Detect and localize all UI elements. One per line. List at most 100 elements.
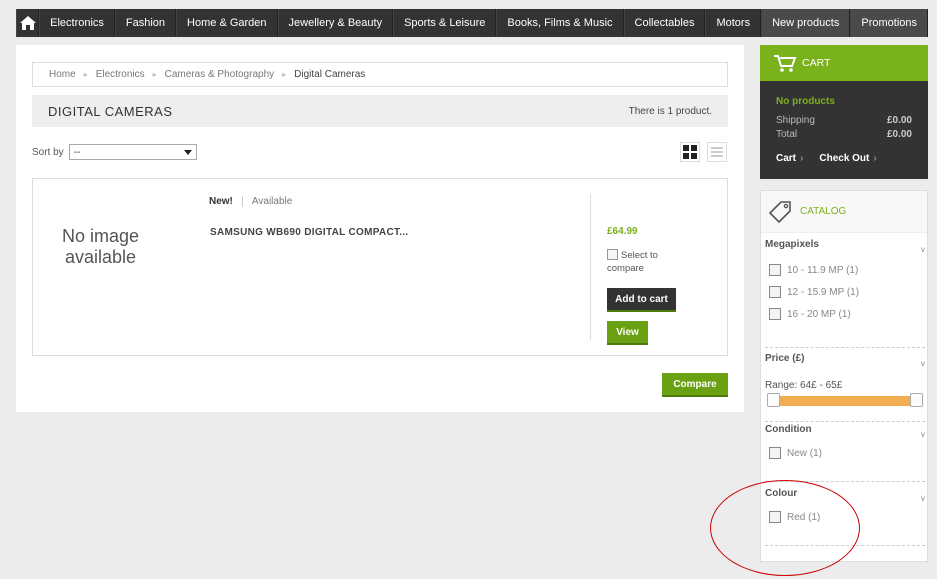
chevron-down-icon[interactable]: v [921, 359, 925, 368]
cart-link[interactable]: Cart › [776, 153, 803, 164]
view-button[interactable]: View [607, 321, 648, 345]
filter-megapixels: Megapixels v 10 - 11.9 MP (1) 12 - 15.9 … [765, 239, 925, 348]
checkbox-icon[interactable] [769, 286, 781, 298]
nav-item-books-films-music[interactable]: Books, Films & Music [496, 9, 624, 37]
product-flags: New! Available [209, 196, 292, 207]
breadcrumb-separator-icon: ▸ [282, 70, 287, 79]
total-value: £0.00 [886, 129, 912, 140]
checkbox-icon[interactable] [769, 511, 781, 523]
filter-option[interactable]: 12 - 15.9 MP (1) [765, 286, 925, 298]
sort-label: Sort by [32, 146, 64, 158]
nav-item-sports-leisure[interactable]: Sports & Leisure [393, 9, 497, 37]
chevron-down-icon[interactable]: v [921, 494, 925, 503]
home-icon[interactable] [16, 9, 40, 37]
new-badge: New! [209, 196, 243, 207]
option-label: 10 - 11.9 MP (1) [787, 265, 859, 276]
product-name-link[interactable]: SAMSUNG WB690 DIGITAL COMPACT... [210, 227, 409, 238]
compare-button[interactable]: Compare [662, 373, 728, 397]
chevron-right-icon: › [873, 153, 877, 164]
product-item: No image available New! Available SAMSUN… [32, 178, 728, 356]
breadcrumb-home[interactable]: Home [49, 69, 76, 80]
nav-item-jewellery-beauty[interactable]: Jewellery & Beauty [277, 9, 394, 37]
category-header: DIGITAL CAMERAS There is 1 product. [32, 95, 728, 127]
page-title: DIGITAL CAMERAS [48, 103, 173, 119]
shipping-value: £0.00 [886, 115, 912, 126]
divider [590, 194, 591, 340]
cart-icon [774, 55, 797, 72]
chevron-right-icon: › [800, 153, 804, 164]
checkout-link-label: Check Out [819, 153, 870, 164]
divider [765, 545, 925, 546]
sort-control: Sort by -- [32, 144, 197, 160]
breadcrumb-current: Digital Cameras [294, 69, 366, 80]
breadcrumb-separator-icon: ▸ [83, 70, 88, 79]
list-view-icon[interactable] [707, 142, 727, 162]
breadcrumb-cameras[interactable]: Cameras & Photography [165, 69, 275, 80]
catalog-header: CATALOG [761, 191, 927, 233]
filter-option[interactable]: 10 - 11.9 MP (1) [765, 264, 925, 276]
filter-option[interactable]: 16 - 20 MP (1) [765, 308, 925, 320]
no-image-line-2: available [64, 247, 137, 267]
divider [765, 481, 925, 482]
cart-link-label: Cart [776, 153, 797, 164]
filter-title[interactable]: Price (£) [765, 353, 925, 364]
breadcrumb-separator-icon: ▸ [152, 70, 157, 79]
breadcrumb-electronics[interactable]: Electronics [96, 69, 145, 80]
total-label: Total [776, 129, 798, 140]
nav-item-promotions[interactable]: Promotions [850, 9, 928, 37]
catalog-filter-block: CATALOG Megapixels v 10 - 11.9 MP (1) 12… [760, 190, 928, 562]
filter-title[interactable]: Condition [765, 424, 925, 435]
tag-icon [768, 200, 791, 223]
nav-item-motors[interactable]: Motors [705, 9, 762, 37]
checkbox-icon[interactable] [769, 447, 781, 459]
option-label: 16 - 20 MP (1) [787, 309, 851, 320]
filter-title[interactable]: Colour [765, 488, 925, 499]
option-label: 12 - 15.9 MP (1) [787, 287, 860, 298]
chevron-down-icon[interactable]: v [921, 430, 925, 439]
chevron-down-icon [183, 149, 192, 155]
main-content: Home ▸ Electronics ▸ Cameras & Photograp… [16, 45, 744, 412]
option-label: New (1) [787, 448, 823, 459]
shipping-label: Shipping [776, 115, 815, 126]
filter-condition: Condition v New (1) [765, 424, 925, 482]
cart-header[interactable]: CART [760, 45, 928, 81]
sort-select[interactable]: -- [68, 144, 197, 160]
top-nav: Electronics Fashion Home & Garden Jewell… [16, 9, 928, 37]
filter-colour: Colour v Red (1) [765, 488, 925, 546]
price-range-slider[interactable] [767, 393, 923, 407]
cart-links: Cart › Check Out › [776, 153, 877, 164]
product-price: £64.99 [607, 226, 638, 237]
divider [765, 347, 925, 348]
slider-handle-max[interactable] [910, 393, 923, 407]
filter-option[interactable]: Red (1) [765, 511, 925, 523]
add-to-cart-button[interactable]: Add to cart [607, 288, 676, 312]
filter-price: Price (£) v Range: 64£ - 65£ [765, 353, 925, 422]
nav-item-new-products[interactable]: New products [761, 9, 851, 37]
cart-shipping-row: Shipping £0.00 [776, 115, 912, 126]
slider-handle-min[interactable] [767, 393, 780, 407]
nav-item-fashion[interactable]: Fashion [114, 9, 177, 37]
nav-item-electronics[interactable]: Electronics [39, 9, 115, 37]
product-image-placeholder[interactable]: No image available [53, 226, 148, 268]
breadcrumb: Home ▸ Electronics ▸ Cameras & Photograp… [32, 62, 728, 87]
availability-label: Available [251, 196, 293, 207]
checkbox-icon[interactable] [607, 249, 618, 260]
sort-value: -- [73, 146, 81, 158]
filter-title[interactable]: Megapixels [765, 239, 925, 250]
product-count: There is 1 product. [628, 105, 712, 117]
checkout-link[interactable]: Check Out › [819, 153, 876, 164]
chevron-down-icon[interactable]: v [921, 245, 925, 254]
filter-option[interactable]: New (1) [765, 447, 925, 459]
checkbox-icon[interactable] [769, 264, 781, 276]
no-image-line-1: No image [61, 226, 140, 246]
price-range-label: Range: 64£ - 65£ [765, 380, 843, 391]
cart-empty-text: No products [776, 96, 835, 107]
cart-block: CART No products Shipping £0.00 Total £0… [760, 45, 928, 179]
nav-item-collectables[interactable]: Collectables [623, 9, 706, 37]
grid-view-icon[interactable] [680, 142, 700, 162]
nav-item-home-garden[interactable]: Home & Garden [176, 9, 278, 37]
compare-checkbox[interactable]: Select to compare [607, 249, 687, 275]
divider [765, 421, 925, 422]
catalog-title: CATALOG [800, 206, 847, 217]
checkbox-icon[interactable] [769, 308, 781, 320]
